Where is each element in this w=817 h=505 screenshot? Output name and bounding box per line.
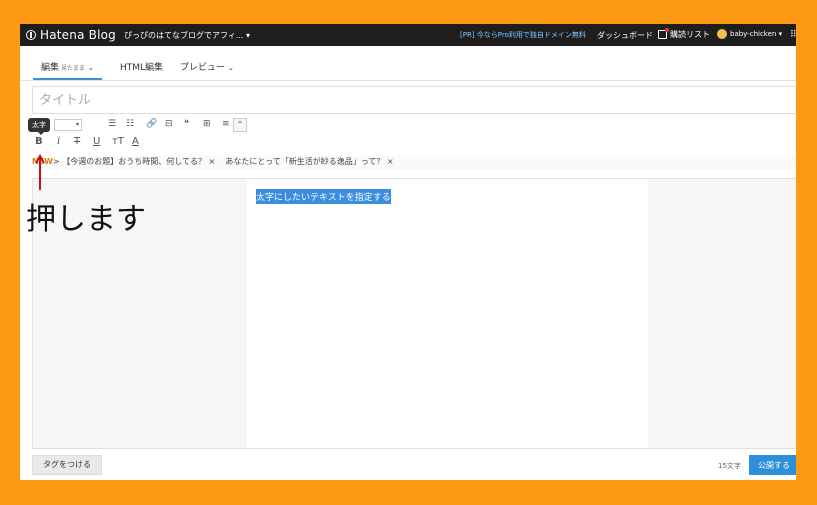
numbered-list-icon[interactable]: ☷ (126, 119, 134, 129)
top-bar: Hatena Blog ぴっぴのはてなブログでアフィ... ▾ [PR] 今なら… (20, 24, 796, 46)
editor-area[interactable]: 太字にしたいテキストを指定する (32, 178, 796, 449)
link-icon[interactable]: 🔗 (146, 119, 157, 129)
font-size-button[interactable]: тT (112, 136, 124, 147)
title-field[interactable] (32, 86, 796, 114)
avatar (717, 29, 727, 39)
underline-button[interactable]: U (93, 136, 100, 147)
character-count: 15文字 (718, 462, 741, 470)
chevron-down-icon: ⌄ (87, 64, 94, 72)
hatena-logo-icon (26, 30, 36, 40)
tab-preview[interactable]: プレビュー ⌄ (180, 60, 234, 80)
collapse-toolbar-button[interactable]: ⌃ (233, 118, 247, 132)
red-arrow-annotation (35, 154, 45, 190)
instruction-annotation: 押します (26, 202, 146, 237)
quote-icon[interactable]: ❝ (184, 119, 189, 129)
toolbar-row-2: B i T U тT A (32, 136, 232, 150)
tab-edit[interactable]: 編集 見たまま ⌄ (33, 60, 102, 80)
grid-icon[interactable]: ⠿ (790, 30, 796, 40)
reading-list-link[interactable]: 購読リスト (658, 28, 710, 40)
insert-more-icon[interactable]: ⊞ (203, 119, 211, 129)
news-bar: NEW> 【今週のお題】おうち時間、何してる？ × あなたにとって「新生活が紗る… (32, 156, 796, 170)
hatena-logo[interactable]: Hatena Blog (26, 28, 116, 42)
pr-link[interactable]: [PR] 今ならPro利用で独自ドメイン無料 (460, 30, 586, 40)
news-item-2[interactable]: あなたにとって「新生活が紗る逸品」って？ × (225, 157, 393, 166)
publish-button[interactable]: 公開する (749, 455, 796, 475)
toc-icon[interactable]: ≡ (222, 119, 230, 129)
editor-body[interactable]: 太字にしたいテキストを指定する (247, 179, 648, 448)
selected-text[interactable]: 太字にしたいテキストを指定する (256, 189, 391, 204)
text-color-button[interactable]: A (132, 136, 139, 147)
title-input[interactable] (33, 87, 796, 113)
bold-tooltip: 太字 (28, 118, 50, 135)
dashboard-link[interactable]: ダッシュボード (597, 30, 653, 41)
strikethrough-button[interactable]: T (74, 136, 80, 147)
reading-list-icon (658, 28, 669, 39)
bullet-list-icon[interactable]: ☰ (108, 119, 116, 129)
toolbar-row-1: ▾ ☰ ☷ 🔗 ⊟ ❝ ⊞ ≡ ⌃ (26, 118, 786, 134)
bold-button[interactable]: B (35, 136, 43, 147)
editor-tabs: 編集 見たまま ⌄ HTML編集 プレビュー ⌄ (20, 46, 796, 81)
user-menu[interactable]: baby-chicken ▾ (717, 29, 782, 39)
table-icon[interactable]: ⊟ (165, 119, 173, 129)
chevron-down-icon: ⌄ (228, 64, 234, 72)
heading-select[interactable]: ▾ (54, 119, 82, 131)
tab-html[interactable]: HTML編集 (120, 60, 163, 80)
add-tag-button[interactable]: タグをつける (32, 455, 102, 475)
italic-button[interactable]: i (57, 136, 60, 147)
editor-window: Hatena Blog ぴっぴのはてなブログでアフィ... ▾ [PR] 今なら… (20, 24, 796, 480)
blog-selector[interactable]: ぴっぴのはてなブログでアフィ... ▾ (124, 30, 250, 41)
news-item-1[interactable]: 【今週のお題】おうち時間、何してる？ × (62, 157, 215, 166)
